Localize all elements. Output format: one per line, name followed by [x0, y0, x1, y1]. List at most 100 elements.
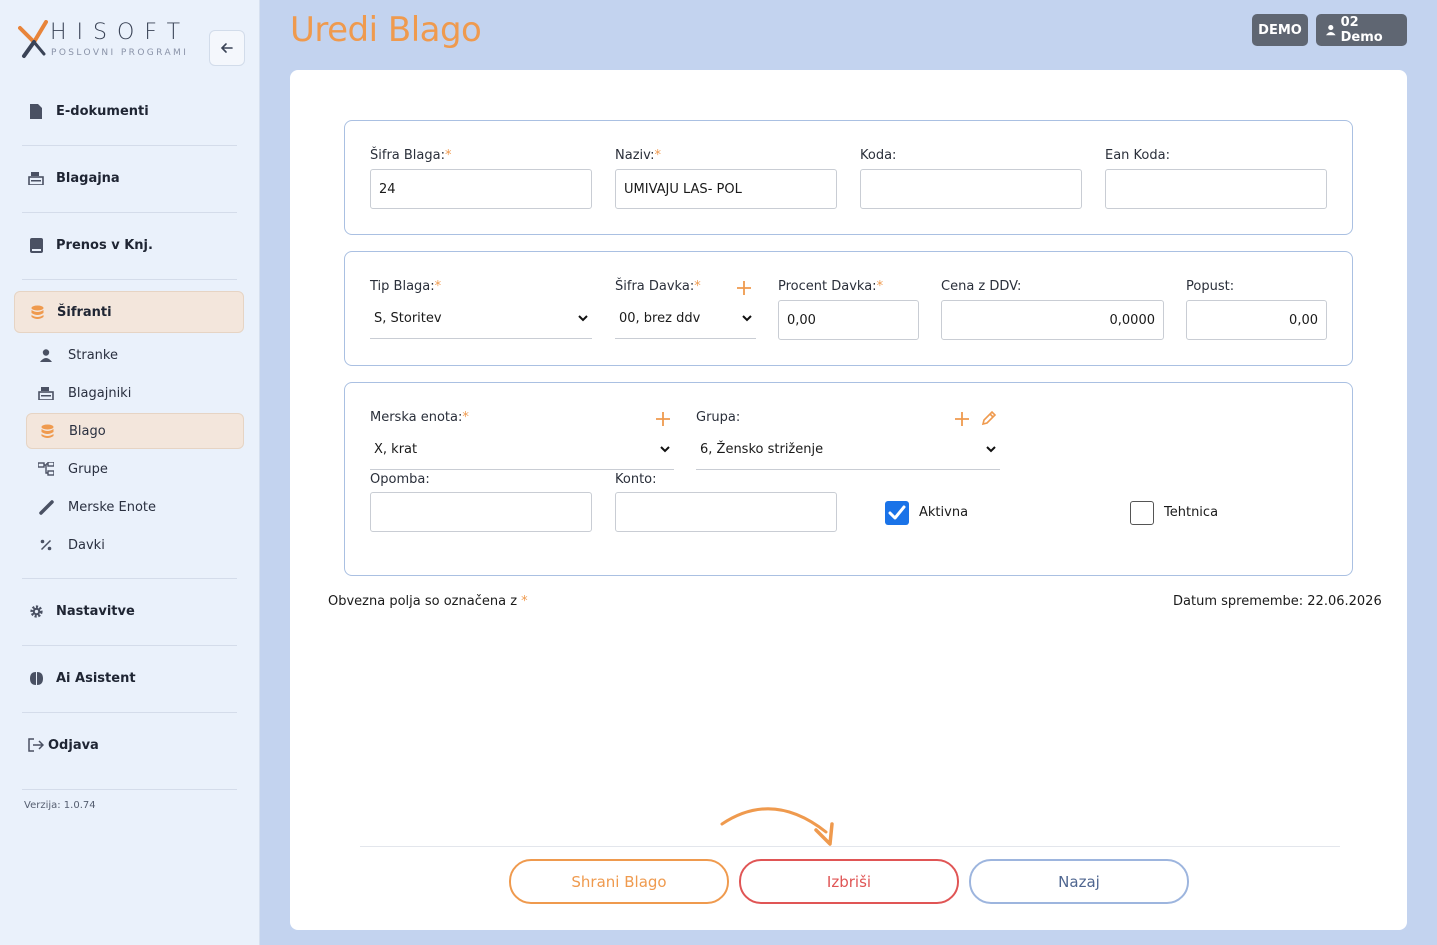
divider	[22, 578, 237, 579]
sifra-davka-select[interactable]: 00, brez ddv	[615, 299, 756, 339]
database-icon	[29, 304, 45, 320]
sidebar-item-nastavitve[interactable]: Nastavitve	[14, 590, 244, 632]
sidebar-item-sifranti[interactable]: Šifranti	[14, 291, 244, 333]
page-title: Uredi Blago	[290, 10, 482, 50]
collapse-sidebar-button[interactable]	[209, 30, 245, 66]
sidebar-subitem-label: Merske Enote	[68, 499, 157, 515]
sidebar-item-prenos[interactable]: Prenos v Knj.	[14, 224, 244, 266]
opomba-label: Opomba:	[370, 472, 430, 487]
logout-icon	[28, 737, 44, 753]
sidebar-subitem-grupe[interactable]: Grupe	[26, 451, 244, 487]
tip-select[interactable]: S, Storitev	[370, 299, 592, 339]
sidebar-subitem-blago[interactable]: Blago	[26, 413, 244, 449]
required-note: Obvezna polja so označena z *	[328, 594, 528, 609]
edit-group-pencil-icon[interactable]	[981, 410, 997, 426]
grupa-select[interactable]: 6, Žensko striženje	[696, 430, 1000, 470]
sidebar-subitem-label: Blagajniki	[68, 385, 132, 401]
grupa-label: Grupa:	[696, 410, 741, 425]
cena-input[interactable]: 0,0000	[941, 300, 1164, 340]
grupa-select-value: 6, Žensko striženje	[700, 442, 824, 457]
divider	[22, 212, 237, 213]
add-group-plus-icon[interactable]	[954, 411, 970, 427]
demo-badge: DEMO	[1252, 14, 1308, 46]
merska-label: Merska enota:*	[370, 410, 469, 425]
back-button[interactable]: Nazaj	[969, 859, 1189, 904]
logo-x-icon	[18, 20, 48, 58]
aktivna-label[interactable]: Aktivna	[919, 505, 968, 520]
brain-icon	[28, 670, 44, 686]
sidebar-subitem-stranke[interactable]: Stranke	[26, 337, 244, 373]
curved-arrow-icon	[720, 807, 834, 846]
chevron-down-icon	[578, 315, 588, 322]
sidebar-item-blagajna[interactable]: Blagajna	[14, 157, 244, 199]
sidebar-item-label: Nastavitve	[56, 603, 135, 619]
sifra-input[interactable]: 24	[370, 169, 592, 209]
popust-input[interactable]: 0,00	[1186, 300, 1327, 340]
sidebar-item-label: Prenos v Knj.	[56, 237, 153, 253]
koda-label: Koda:	[860, 148, 897, 163]
tip-select-value: S, Storitev	[374, 311, 442, 326]
cena-label: Cena z DDV:	[941, 279, 1022, 294]
sifra-davka-select-value: 00, brez ddv	[619, 311, 701, 326]
divider	[22, 145, 237, 146]
sidebar-item-odjava[interactable]: Odjava	[14, 724, 244, 766]
sidebar-item-label: E-dokumenti	[56, 103, 149, 119]
logo[interactable]: HISOFT POSLOVNI PROGRAMI	[18, 20, 198, 64]
konto-input[interactable]	[615, 492, 837, 532]
gear-icon	[28, 603, 44, 619]
sidebar-subitem-label: Davki	[68, 537, 105, 553]
sidebar-item-label: Ai Asistent	[56, 670, 136, 686]
checkmark-icon	[888, 505, 906, 520]
user-icon	[38, 347, 54, 363]
procent-input[interactable]: 0,00	[778, 300, 919, 340]
aktivna-checkbox[interactable]	[885, 501, 909, 525]
procent-label: Procent Davka:*	[778, 279, 884, 294]
add-unit-plus-icon[interactable]	[655, 411, 671, 427]
sidebar-subitem-label: Grupe	[68, 461, 108, 477]
sidebar: HISOFT POSLOVNI PROGRAMI E-dokumenti Bla…	[0, 0, 260, 945]
sidebar-item-label: Odjava	[48, 737, 99, 753]
merska-select[interactable]: X, krat	[370, 430, 674, 470]
sidebar-subitem-label: Blago	[69, 423, 106, 439]
merska-select-value: X, krat	[374, 442, 418, 457]
chevron-down-icon	[742, 315, 752, 322]
tip-label: Tip Blaga:*	[370, 279, 442, 294]
sifra-davka-label: Šifra Davka:*	[615, 279, 701, 294]
file-icon	[28, 103, 44, 119]
delete-button[interactable]: Izbriši	[739, 859, 959, 904]
sidebar-subitem-blagajniki[interactable]: Blagajniki	[26, 375, 244, 411]
sitemap-icon	[38, 461, 54, 477]
tehtnica-checkbox[interactable]	[1130, 501, 1154, 525]
sidebar-subitem-davki[interactable]: Davki	[26, 527, 244, 563]
tehtnica-label[interactable]: Tehtnica	[1164, 505, 1218, 520]
ruler-icon	[38, 499, 54, 515]
koda-input[interactable]	[860, 169, 1082, 209]
opomba-input[interactable]	[370, 492, 592, 532]
divider	[360, 846, 1340, 847]
chevron-down-icon	[660, 446, 670, 453]
save-button[interactable]: Shrani Blago	[509, 859, 729, 904]
section-details	[344, 382, 1353, 576]
database-icon	[39, 423, 55, 439]
cash-register-icon	[38, 385, 54, 401]
user-badge[interactable]: 02 Demo	[1316, 14, 1407, 46]
naziv-input[interactable]: UMIVAJU LAS- POL	[615, 169, 837, 209]
ean-label: Ean Koda:	[1105, 148, 1170, 163]
divider	[22, 712, 237, 713]
sidebar-subitem-merske-enote[interactable]: Merske Enote	[26, 489, 244, 525]
logo-text: HISOFT	[50, 20, 191, 45]
sidebar-item-e-dokumenti[interactable]: E-dokumenti	[14, 90, 244, 132]
percent-icon	[38, 537, 54, 553]
chevron-down-icon	[986, 446, 996, 453]
cash-register-icon	[28, 170, 44, 186]
modified-date: Datum spremembe: 22.06.2026	[1173, 594, 1382, 609]
divider	[22, 645, 237, 646]
book-icon	[28, 237, 44, 253]
sidebar-subitem-label: Stranke	[68, 347, 118, 363]
divider	[22, 789, 237, 790]
user-badge-label: 02 Demo	[1340, 15, 1383, 45]
ean-input[interactable]	[1105, 169, 1327, 209]
arrow-left-icon	[220, 43, 233, 53]
add-tax-plus-icon[interactable]	[736, 280, 752, 296]
sidebar-item-ai-asistent[interactable]: Ai Asistent	[14, 657, 244, 699]
